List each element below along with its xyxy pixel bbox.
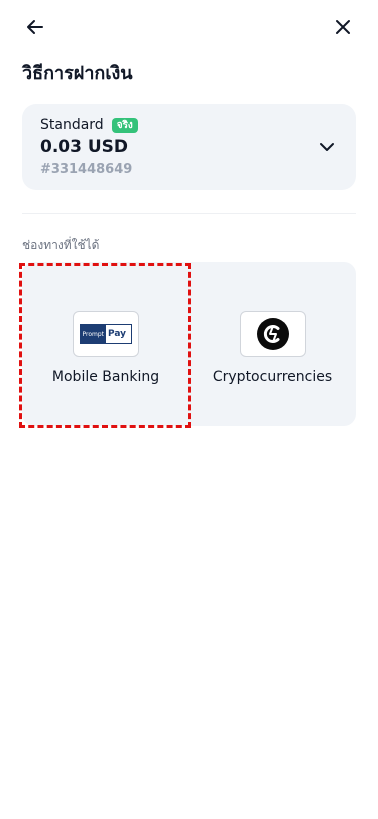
promptpay-logo: Prompt Pay	[72, 311, 139, 357]
account-balance: 0.03 USD	[40, 137, 129, 157]
account-real-badge: จริง	[111, 117, 138, 133]
back-button[interactable]	[22, 14, 48, 40]
account-type-row: Standard จริง	[40, 117, 138, 133]
crypto-coin-icon	[256, 318, 289, 350]
page-title: วิธีการฝากเงิน	[22, 63, 133, 84]
account-number: #331448649	[40, 162, 133, 177]
promptpay-logo-mark: Prompt Pay	[79, 324, 132, 344]
account-selector[interactable]: Standard จริง 0.03 USD #331448649	[22, 104, 356, 190]
available-methods-label: ช่องทางที่ใช้ได้	[22, 238, 100, 252]
divider	[22, 213, 356, 214]
arrow-left-icon	[27, 20, 43, 34]
method-cryptocurrencies[interactable]: Cryptocurrencies	[189, 262, 356, 426]
account-type: Standard	[40, 117, 104, 133]
promptpay-logo-left-text: Prompt	[80, 325, 107, 343]
chevron-down-icon[interactable]	[318, 138, 336, 156]
method-label: Cryptocurrencies	[212, 369, 333, 385]
payment-methods-grid: Prompt Pay Mobile Banking Cryptocurrenci…	[22, 262, 356, 426]
crypto-logo-box	[239, 311, 306, 357]
promptpay-logo-right-text: Pay	[108, 329, 127, 339]
close-icon	[336, 20, 350, 34]
close-button[interactable]	[330, 14, 356, 40]
method-mobile-banking[interactable]: Prompt Pay Mobile Banking	[22, 262, 189, 426]
method-label: Mobile Banking	[51, 369, 160, 385]
top-bar	[22, 14, 356, 42]
